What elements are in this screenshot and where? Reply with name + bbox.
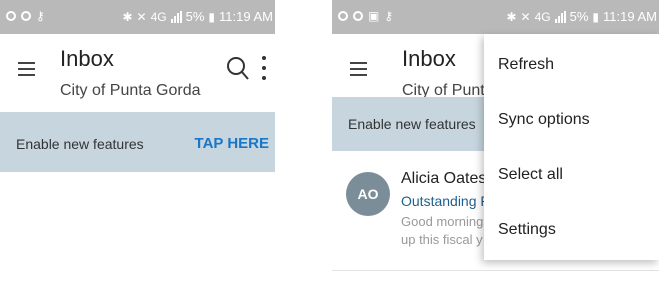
battery-percent: 5%: [185, 9, 205, 24]
menu-item-settings[interactable]: Settings: [498, 221, 556, 239]
menu-icon[interactable]: [18, 62, 35, 76]
page-title: Inbox: [60, 46, 114, 71]
tap-here-button[interactable]: TAP HERE: [195, 135, 269, 152]
sync-icon: [353, 11, 363, 21]
menu-item-sync-options[interactable]: Sync options: [498, 111, 590, 129]
mute-icon: ✕: [520, 9, 531, 24]
status-bar: ▣ ⚷ ✱ ✕ 4G 5% ▮ 11:19 AM: [332, 0, 659, 34]
list-divider: [332, 270, 659, 271]
status-bar: ⚷ ✱ ✕ 4G 5% ▮ 11:19 AM: [0, 0, 275, 34]
signal-icon: [554, 10, 566, 23]
email-preview-line-2: up this fiscal y: [401, 232, 483, 247]
image-icon: ▣: [368, 9, 380, 23]
email-subject: Outstanding P: [401, 193, 490, 209]
right-screen: ▣ ⚷ ✱ ✕ 4G 5% ▮ 11:19 AM Inbox City of P…: [332, 0, 659, 288]
email-sender: Alicia Oates: [401, 170, 487, 187]
avatar: AO: [346, 172, 390, 216]
network-type: 4G: [534, 9, 551, 24]
wifi-icon: [338, 11, 348, 21]
key-icon: ⚷: [36, 9, 45, 23]
sync-icon: [21, 11, 31, 21]
battery-icon: ▮: [208, 9, 216, 24]
more-options-icon[interactable]: [257, 52, 271, 84]
page-title: Inbox: [402, 46, 456, 71]
email-preview-line-1: Good morning: [401, 214, 484, 229]
banner-text: Enable new features: [348, 116, 476, 132]
menu-item-select-all[interactable]: Select all: [498, 166, 563, 184]
feature-banner: Enable new features TAP HERE: [0, 112, 275, 172]
battery-percent: 5%: [569, 9, 589, 24]
clock: 11:19 AM: [603, 9, 657, 24]
clock: 11:19 AM: [219, 9, 273, 24]
menu-item-refresh[interactable]: Refresh: [498, 56, 554, 74]
mute-icon: ✕: [136, 9, 147, 24]
account-subtitle: City of Punta Gorda: [60, 82, 201, 99]
banner-text: Enable new features: [16, 136, 144, 152]
signal-icon: [170, 10, 182, 23]
menu-icon[interactable]: [350, 62, 367, 76]
overflow-menu: Refresh Sync options Select all Settings: [484, 34, 659, 260]
app-toolbar: Inbox City of Punta Gorda: [0, 34, 275, 112]
key-icon: ⚷: [384, 9, 394, 23]
battery-icon: ▮: [592, 9, 600, 24]
search-icon[interactable]: [225, 54, 251, 82]
network-type: 4G: [150, 9, 167, 24]
wifi-icon: [6, 11, 16, 21]
bluetooth-icon: ✱: [506, 9, 517, 24]
left-screen: ⚷ ✱ ✕ 4G 5% ▮ 11:19 AM Inbox City of Pun…: [0, 0, 275, 288]
bluetooth-icon: ✱: [122, 9, 133, 24]
